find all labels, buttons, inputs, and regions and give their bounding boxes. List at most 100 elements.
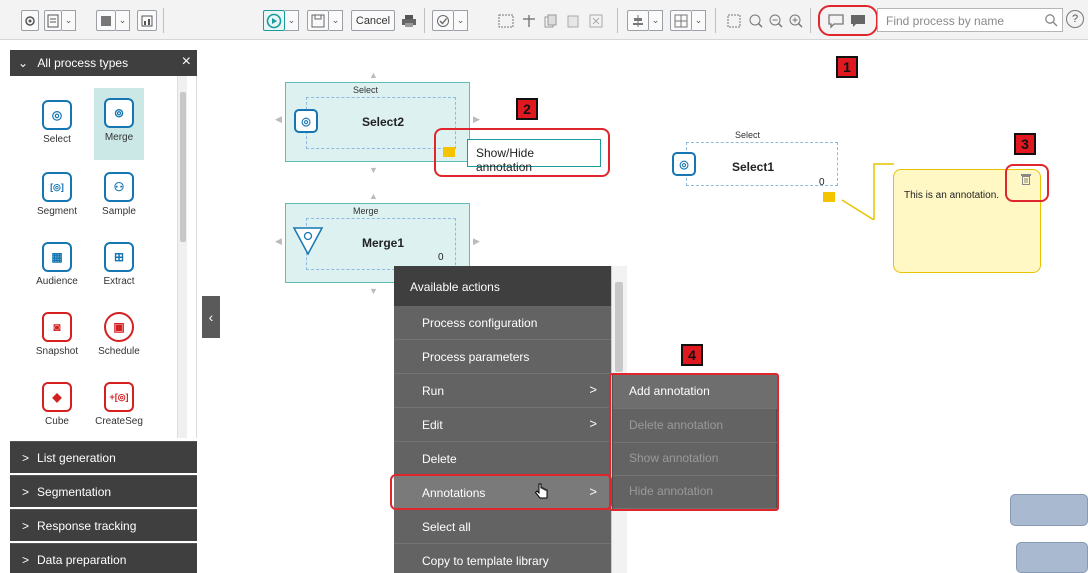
align-dropdown[interactable]: ⌄ [649, 10, 663, 31]
print-icon[interactable] [399, 10, 419, 31]
settings-icon[interactable] [21, 10, 39, 31]
palette-title: All process types [37, 56, 129, 70]
menu-item-label: Delete [422, 452, 457, 466]
properties-icon[interactable] [44, 10, 62, 31]
chevron-right-icon: > [589, 382, 597, 397]
section-segmentation[interactable]: > Segmentation [10, 475, 197, 507]
callout-badge-4: 4 [681, 344, 703, 366]
callout-highlight [1005, 164, 1049, 202]
palette-item-label: Merge [104, 132, 134, 143]
separator [163, 8, 164, 33]
menu-item-edit[interactable]: Edit > [394, 408, 611, 442]
palette-item-merge[interactable]: ⊚ Merge [94, 88, 144, 160]
menu-item-copy-to-template-library[interactable]: Copy to template library [394, 544, 611, 573]
separator [810, 8, 811, 33]
schedule-icon: ▣ [104, 312, 134, 342]
chevron-right-icon: > [22, 553, 30, 567]
callout-highlight [609, 373, 779, 511]
align-icon[interactable] [627, 10, 649, 31]
menu-item-process-parameters[interactable]: Process parameters [394, 340, 611, 374]
grid-icon[interactable] [670, 10, 692, 31]
validate-icon[interactable] [432, 10, 454, 31]
select-all-icon[interactable] [496, 10, 516, 31]
select-icon: ◎ [294, 109, 318, 133]
search-icon[interactable] [1044, 13, 1058, 30]
grid-dropdown[interactable]: ⌄ [692, 10, 706, 31]
palette-header[interactable]: ⌄ All process types × [10, 50, 197, 76]
connector-arrow-left-icon[interactable]: ◀ [275, 114, 282, 125]
palette-body: ◎ Select ⊚ Merge [◎] Segment ⚇ Sample ▦ … [10, 76, 197, 438]
connector-arrow-right-icon[interactable]: ▶ [473, 114, 480, 125]
delete-process-icon[interactable] [586, 10, 606, 31]
palette-item-schedule[interactable]: ▣ Schedule [94, 302, 144, 374]
annotation-flag-icon[interactable] [823, 192, 835, 202]
copy-icon[interactable] [541, 10, 561, 31]
search-input[interactable]: Find process by name [877, 8, 1063, 32]
chevron-right-icon: > [22, 519, 30, 533]
zoom-out-icon[interactable] [766, 10, 786, 31]
paste-icon[interactable] [563, 10, 583, 31]
fit-to-screen-icon[interactable] [724, 10, 744, 31]
node-type-label: Select [735, 130, 761, 140]
cut-icon[interactable] [519, 10, 539, 31]
properties-dropdown[interactable]: ⌄ [62, 10, 76, 31]
connector-arrow-up-icon[interactable]: ▲ [369, 191, 378, 201]
connector-arrow-down-icon[interactable]: ▼ [369, 165, 378, 175]
palette-item-snapshot[interactable]: ◙ Snapshot [32, 302, 82, 374]
palette-item-label: Audience [36, 276, 78, 287]
menu-item-label: Select all [422, 520, 471, 534]
separator [617, 8, 618, 33]
overview-panel[interactable] [1010, 494, 1088, 526]
connector-arrow-up-icon[interactable]: ▲ [369, 70, 378, 80]
section-data-preparation[interactable]: > Data preparation [10, 543, 197, 573]
merge-icon [292, 226, 324, 261]
cancel-button[interactable]: Cancel [351, 10, 395, 31]
section-label: Data preparation [37, 553, 127, 567]
scrollbar-thumb[interactable] [615, 282, 623, 372]
node-type-label: Select [353, 85, 379, 95]
palette-item-audience[interactable]: ▦ Audience [32, 232, 82, 304]
layout-icon[interactable] [96, 10, 116, 31]
menu-item-run[interactable]: Run > [394, 374, 611, 408]
palette-item-extract[interactable]: ⊞ Extract [94, 232, 144, 304]
sample-icon: ⚇ [104, 172, 134, 202]
merge-icon: ⊚ [104, 98, 134, 128]
palette-scrollbar[interactable] [177, 76, 187, 438]
chevron-right-icon: > [589, 416, 597, 431]
palette-item-label: Extract [103, 276, 135, 287]
connector-arrow-right-icon[interactable]: ▶ [473, 236, 480, 247]
separator [715, 8, 716, 33]
validate-dropdown[interactable]: ⌄ [454, 10, 468, 31]
run-dropdown[interactable]: ⌄ [285, 10, 299, 31]
menu-item-process-configuration[interactable]: Process configuration [394, 306, 611, 340]
report-icon[interactable] [137, 10, 157, 31]
connector-arrow-left-icon[interactable]: ◀ [275, 236, 282, 247]
run-icon[interactable] [263, 10, 285, 31]
palette-item-segment[interactable]: [◎] Segment [32, 162, 82, 234]
palette-item-cube[interactable]: ◆ Cube [32, 372, 82, 444]
menu-item-select-all[interactable]: Select all [394, 510, 611, 544]
section-response-tracking[interactable]: > Response tracking [10, 509, 197, 541]
section-label: List generation [37, 451, 116, 465]
palette-item-select[interactable]: ◎ Select [32, 90, 82, 162]
annotation-text: This is an annotation. [904, 190, 1000, 201]
palette-item-sample[interactable]: ⚇ Sample [94, 162, 144, 234]
menu-item-delete[interactable]: Delete [394, 442, 611, 476]
menu-item-label: Edit [422, 418, 443, 432]
overview-panel[interactable] [1016, 542, 1088, 573]
palette-item-createseg[interactable]: +[◎] CreateSeg [94, 372, 144, 444]
zoom-in-icon[interactable] [786, 10, 806, 31]
zoom-reset-icon[interactable] [746, 10, 766, 31]
process-node-select1[interactable]: Select ◎ Select1 0 [668, 130, 840, 202]
connector-arrow-down-icon[interactable]: ▼ [369, 286, 378, 296]
section-list-generation[interactable]: > List generation [10, 441, 197, 473]
save-icon[interactable] [307, 10, 329, 31]
close-icon[interactable]: × [182, 53, 191, 71]
help-icon[interactable]: ? [1066, 10, 1084, 28]
scrollbar-thumb[interactable] [180, 92, 186, 242]
collapse-palette-button[interactable]: ‹ [202, 296, 220, 338]
layout-dropdown[interactable]: ⌄ [116, 10, 130, 31]
node-type-label: Merge [353, 206, 379, 216]
cube-icon: ◆ [42, 382, 72, 412]
save-dropdown[interactable]: ⌄ [329, 10, 343, 31]
